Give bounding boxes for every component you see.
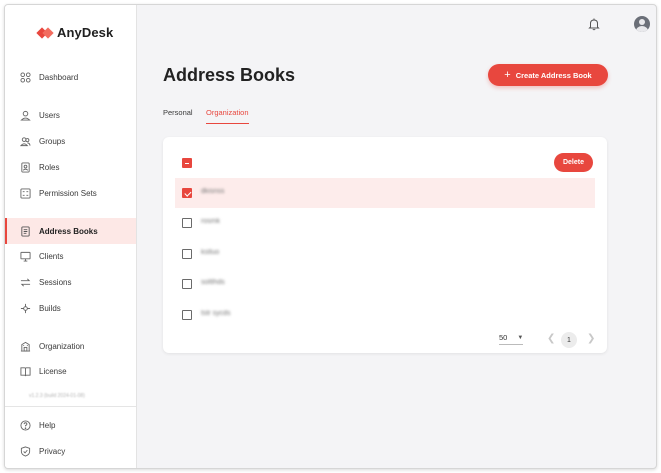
table-row[interactable]: rosmk xyxy=(175,208,595,238)
address-book-name: rosmk xyxy=(201,218,221,225)
table-row[interactable]: soltlhds xyxy=(175,269,595,299)
organization-icon xyxy=(19,340,31,352)
sidebar-item-privacy[interactable]: Privacy xyxy=(5,438,136,464)
create-address-book-button[interactable]: + Create Address Book xyxy=(488,64,608,86)
sessions-icon xyxy=(19,276,31,288)
sidebar-item-label: License xyxy=(39,366,67,376)
row-checkbox[interactable] xyxy=(182,188,192,198)
sidebar-item-label: Dashboard xyxy=(39,72,79,82)
row-checkbox[interactable] xyxy=(182,279,192,289)
sidebar-item-label: Privacy xyxy=(39,446,66,456)
sidebar-item-label: Help xyxy=(39,420,56,430)
page-size-value: 50 xyxy=(499,333,508,342)
sidebar-item-label: Groups xyxy=(39,136,66,146)
groups-icon xyxy=(19,135,31,147)
help-icon xyxy=(19,419,31,431)
row-checkbox[interactable] xyxy=(182,249,192,259)
user-icon xyxy=(19,109,31,121)
sidebar-item-label: Users xyxy=(39,110,60,120)
builds-icon xyxy=(19,302,31,314)
row-checkbox[interactable] xyxy=(182,310,192,320)
sidebar: AnyDesk Dashboard Users Groups Roles Per… xyxy=(5,5,137,468)
sidebar-item-label: Builds xyxy=(39,303,61,313)
sidebar-item-label: Address Books xyxy=(39,226,98,236)
roles-icon xyxy=(19,161,31,173)
address-book-name: dkisnss xyxy=(201,188,225,195)
address-book-icon xyxy=(19,225,31,237)
avatar-icon[interactable] xyxy=(634,16,650,32)
sidebar-divider xyxy=(5,406,136,407)
bell-icon[interactable] xyxy=(587,17,601,31)
version-label: v1.2.3 (build 2024-01-08) xyxy=(29,393,85,399)
sidebar-item-sessions[interactable]: Sessions xyxy=(5,269,136,295)
sidebar-item-address-books[interactable]: Address Books xyxy=(5,218,136,244)
create-address-book-label: Create Address Book xyxy=(515,70,592,80)
table-row[interactable]: dkisnss xyxy=(175,178,595,208)
address-books-card: Delete dkisnss rosmk kstluo soltlhds tst… xyxy=(163,137,607,353)
table-row[interactable]: kstluo xyxy=(175,239,595,269)
sidebar-item-license[interactable]: License xyxy=(5,358,136,384)
sidebar-item-help[interactable]: Help xyxy=(5,412,136,438)
sidebar-item-dashboard[interactable]: Dashboard xyxy=(5,64,136,90)
sidebar-item-label: Permission Sets xyxy=(39,188,97,198)
tab-organization[interactable]: Organization xyxy=(206,108,249,124)
sidebar-item-groups[interactable]: Groups xyxy=(5,128,136,154)
address-book-name: kstluo xyxy=(201,249,220,256)
select-all-checkbox[interactable] xyxy=(182,158,192,168)
sidebar-item-clients[interactable]: Clients xyxy=(5,243,136,269)
permission-sets-icon xyxy=(19,187,31,199)
plus-icon: + xyxy=(504,68,511,81)
brand-name: AnyDesk xyxy=(57,25,114,40)
sidebar-item-label: Sessions xyxy=(39,277,72,287)
current-page-button[interactable]: 1 xyxy=(561,332,577,348)
shield-icon xyxy=(19,445,31,457)
sidebar-item-builds[interactable]: Builds xyxy=(5,295,136,321)
sidebar-item-users[interactable]: Users xyxy=(5,102,136,128)
monitor-icon xyxy=(19,250,31,262)
license-icon xyxy=(19,365,31,377)
delete-button[interactable]: Delete xyxy=(554,153,593,172)
sidebar-item-organization[interactable]: Organization xyxy=(5,333,136,359)
dashboard-icon xyxy=(19,71,31,83)
address-book-name: tstr sycds xyxy=(201,310,231,317)
sidebar-item-label: Clients xyxy=(39,251,64,261)
anydesk-logo-icon xyxy=(36,26,54,40)
anydesk-logo[interactable]: AnyDesk xyxy=(36,25,114,40)
row-checkbox[interactable] xyxy=(182,218,192,228)
sidebar-item-label: Roles xyxy=(39,162,60,172)
address-book-name: soltlhds xyxy=(201,279,225,286)
caret-down-icon: ▼ xyxy=(517,334,524,341)
table-row[interactable]: tstr sycds xyxy=(175,300,595,330)
chevron-right-icon[interactable]: ❯ xyxy=(587,333,595,344)
page-size-select[interactable]: 50 ▼ xyxy=(499,333,524,345)
page-title: Address Books xyxy=(163,65,296,85)
sidebar-item-permission-sets[interactable]: Permission Sets xyxy=(5,180,136,206)
sidebar-item-roles[interactable]: Roles xyxy=(5,154,136,180)
sidebar-item-label: Organization xyxy=(39,341,85,351)
app-window: AnyDesk Dashboard Users Groups Roles Per… xyxy=(4,4,657,469)
chevron-left-icon[interactable]: ❮ xyxy=(547,333,555,344)
tab-personal[interactable]: Personal xyxy=(163,108,193,123)
